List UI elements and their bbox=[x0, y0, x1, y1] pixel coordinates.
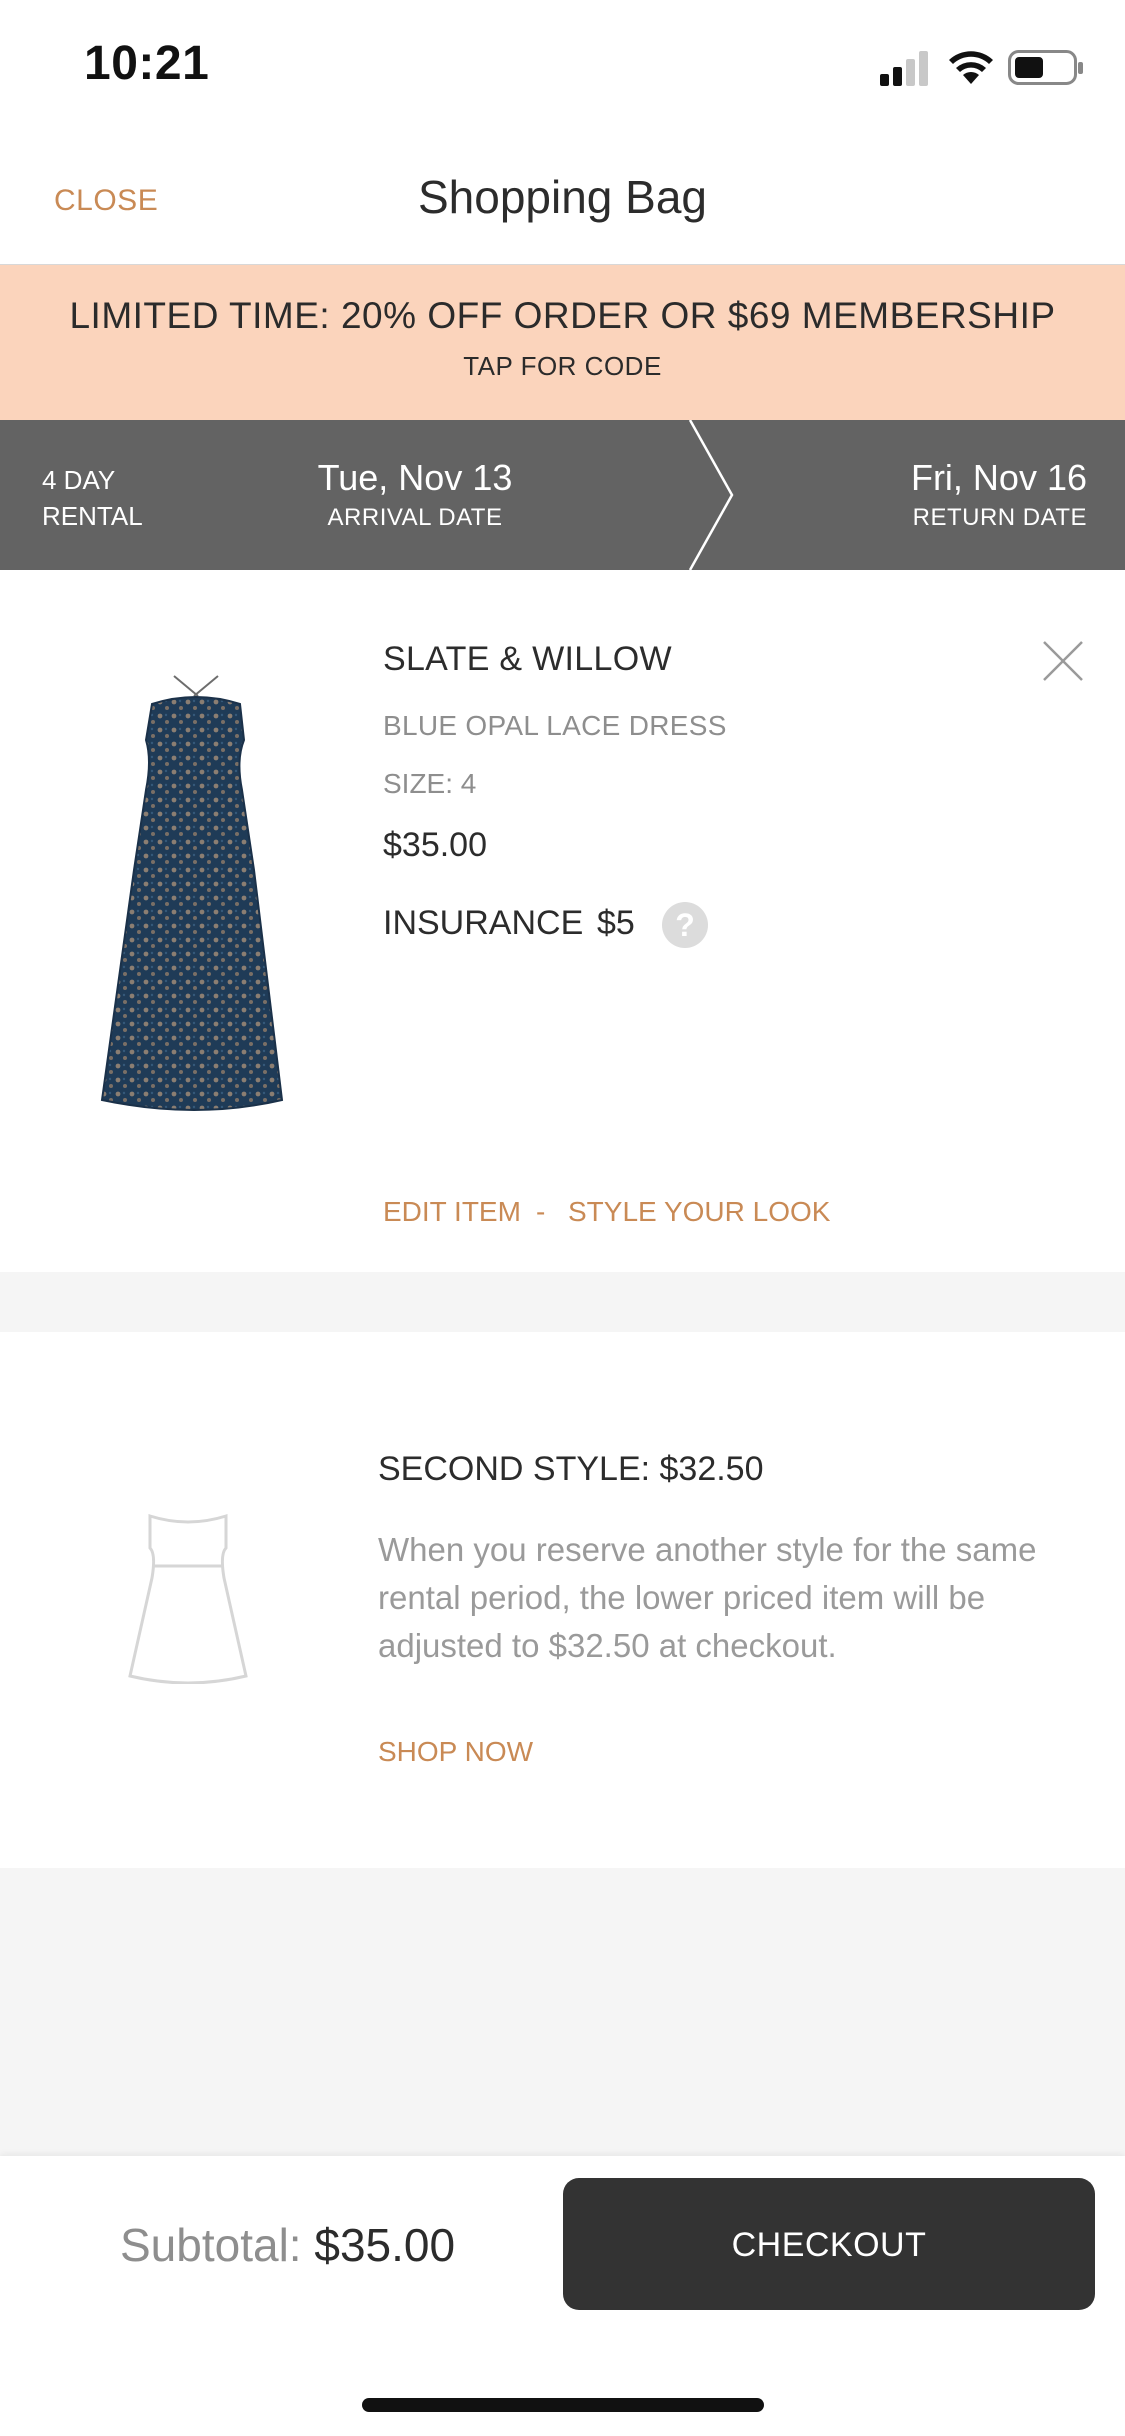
promo-subtitle: TAP FOR CODE bbox=[463, 351, 662, 381]
second-style-promo: SECOND STYLE: $32.50 When you reserve an… bbox=[0, 1332, 1125, 1868]
section-divider bbox=[0, 1272, 1125, 1332]
rental-period-bar[interactable]: 4 DAY RENTAL Tue, Nov 13 ARRIVAL DATE Fr… bbox=[0, 420, 1125, 570]
wifi-icon bbox=[949, 51, 993, 84]
promo-title: LIMITED TIME: 20% OFF ORDER OR $69 MEMBE… bbox=[69, 295, 1056, 336]
checkout-button[interactable]: CHECKOUT bbox=[563, 2178, 1095, 2310]
insurance-label: INSURANCE bbox=[383, 904, 584, 942]
cart-item: SLATE & WILLOW BLUE OPAL LACE DRESS SIZE… bbox=[0, 570, 1125, 1270]
arrival-date-label: ARRIVAL DATE bbox=[327, 504, 503, 531]
dress-outline-icon bbox=[128, 1514, 248, 1684]
item-brand: SLATE & WILLOW bbox=[383, 640, 672, 678]
rental-length: 4 DAY RENTAL bbox=[42, 462, 143, 534]
link-separator: - bbox=[536, 1196, 546, 1227]
home-indicator[interactable] bbox=[362, 2398, 764, 2412]
edit-item-link[interactable]: EDIT ITEM bbox=[383, 1196, 521, 1228]
product-image[interactable] bbox=[86, 670, 306, 1140]
empty-area bbox=[0, 1868, 1125, 2156]
item-price: $35.00 bbox=[383, 826, 487, 864]
status-time: 10:21 bbox=[84, 37, 210, 90]
return-date-block[interactable]: Fri, Nov 16 RETURN DATE bbox=[787, 456, 1087, 536]
promo-banner[interactable]: LIMITED TIME: 20% OFF ORDER OR $69 MEMBE… bbox=[0, 265, 1125, 420]
subtotal-value: $35.00 bbox=[314, 2219, 456, 2271]
item-name: BLUE OPAL LACE DRESS bbox=[383, 710, 727, 741]
arrival-date-block[interactable]: Tue, Nov 13 ARRIVAL DATE bbox=[270, 456, 560, 536]
return-date-label: RETURN DATE bbox=[912, 504, 1087, 531]
rental-length-days: 4 DAY bbox=[42, 465, 116, 495]
item-size: SIZE: 4 bbox=[383, 768, 477, 799]
insurance-price: $5 bbox=[597, 904, 635, 942]
second-style-title: SECOND STYLE: $32.50 bbox=[378, 1450, 764, 1488]
subtotal-label: Subtotal: bbox=[120, 2219, 302, 2271]
chevron-right-icon bbox=[688, 420, 734, 570]
close-x-icon[interactable] bbox=[1040, 638, 1086, 684]
nav-bar: CLOSE Shopping Bag bbox=[0, 140, 1125, 266]
second-style-description: When you reserve another style for the s… bbox=[378, 1531, 1037, 1664]
arrival-date: Tue, Nov 13 bbox=[317, 457, 513, 498]
subtotal: Subtotal: $35.00 bbox=[120, 2218, 455, 2272]
signal-icon bbox=[880, 51, 928, 86]
battery-icon bbox=[1008, 50, 1083, 85]
page-title: Shopping Bag bbox=[417, 171, 708, 223]
return-date: Fri, Nov 16 bbox=[910, 457, 1087, 498]
help-icon[interactable]: ? bbox=[662, 902, 708, 948]
checkout-footer: Subtotal: $35.00 CHECKOUT bbox=[0, 2156, 1125, 2436]
rental-length-label: RENTAL bbox=[42, 501, 143, 531]
shop-now-link[interactable]: SHOP NOW bbox=[378, 1736, 533, 1768]
style-your-look-link[interactable]: STYLE YOUR LOOK bbox=[568, 1196, 830, 1228]
